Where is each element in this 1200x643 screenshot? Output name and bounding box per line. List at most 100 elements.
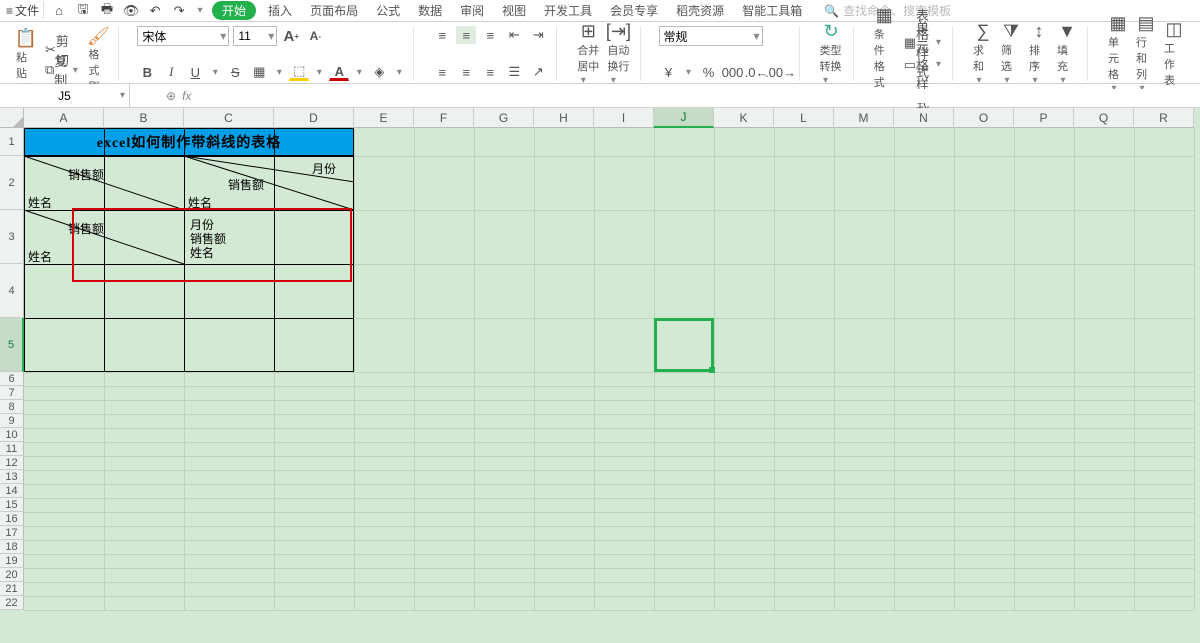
row-header-3[interactable]: 3 bbox=[0, 210, 24, 264]
tab-start[interactable]: 开始 bbox=[212, 1, 256, 20]
tab-insert[interactable]: 插入 bbox=[262, 2, 298, 19]
chevron-down-icon[interactable]: ▾ bbox=[683, 67, 695, 78]
chevron-down-icon[interactable]: ▾ bbox=[209, 67, 221, 78]
row-header-18[interactable]: 18 bbox=[0, 540, 24, 554]
column-header-L[interactable]: L bbox=[774, 108, 834, 128]
print-icon[interactable]: 🖶 bbox=[98, 2, 116, 20]
column-header-E[interactable]: E bbox=[354, 108, 414, 128]
phonetic-button[interactable]: ◈ bbox=[369, 63, 389, 81]
tab-formulas[interactable]: 公式 bbox=[370, 2, 406, 19]
sum-button[interactable]: ∑求和▾ bbox=[971, 26, 995, 81]
decrease-indent-button[interactable]: ⇤ bbox=[504, 26, 524, 44]
chevron-down-icon[interactable]: ▾ bbox=[313, 67, 325, 78]
chevron-down-icon[interactable]: ▾ bbox=[353, 67, 365, 78]
border-button[interactable]: ▦ bbox=[249, 63, 269, 81]
row-header-5[interactable]: 5 bbox=[0, 318, 24, 372]
align-center-button[interactable]: ≡ bbox=[456, 63, 476, 81]
bold-button[interactable]: B bbox=[137, 63, 157, 81]
strike-button[interactable]: S bbox=[225, 63, 245, 81]
thousands-button[interactable]: 000 bbox=[723, 63, 743, 81]
font-color-button[interactable]: A bbox=[329, 63, 349, 81]
fx-icon[interactable]: fx bbox=[182, 89, 191, 103]
fill-color-button[interactable]: ⬚ bbox=[289, 63, 309, 81]
increase-indent-button[interactable]: ⇥ bbox=[528, 26, 548, 44]
column-header-A[interactable]: A bbox=[24, 108, 104, 128]
redo-icon[interactable]: ↷ bbox=[170, 2, 188, 20]
font-name-select[interactable]: 宋体 bbox=[137, 26, 229, 46]
align-left-button[interactable]: ≡ bbox=[432, 63, 452, 81]
name-box-input[interactable] bbox=[0, 84, 129, 107]
fill-button[interactable]: ▼填充▾ bbox=[1055, 26, 1079, 81]
undo-icon[interactable]: ↶ bbox=[146, 2, 164, 20]
column-header-B[interactable]: B bbox=[104, 108, 184, 128]
paste-button[interactable]: 📋 粘贴▾ bbox=[14, 29, 38, 92]
auto-wrap-button[interactable]: [⇥]自动换行▾ bbox=[605, 26, 631, 81]
chevron-down-icon[interactable]: ▾ bbox=[393, 67, 405, 78]
row-header-11[interactable]: 11 bbox=[0, 442, 24, 456]
row-header-1[interactable]: 1 bbox=[0, 128, 24, 156]
align-top-button[interactable]: ≡ bbox=[432, 26, 452, 44]
orientation-button[interactable]: ↗ bbox=[528, 63, 548, 81]
row-header-22[interactable]: 22 bbox=[0, 596, 24, 610]
underline-button[interactable]: U bbox=[185, 63, 205, 81]
row-header-16[interactable]: 16 bbox=[0, 512, 24, 526]
print-preview-icon[interactable]: 👁 bbox=[122, 2, 140, 20]
row-header-12[interactable]: 12 bbox=[0, 456, 24, 470]
row-header-7[interactable]: 7 bbox=[0, 386, 24, 400]
row-header-15[interactable]: 15 bbox=[0, 498, 24, 512]
row-header-9[interactable]: 9 bbox=[0, 414, 24, 428]
name-box[interactable]: ▾ bbox=[0, 84, 130, 107]
decrease-decimal-button[interactable]: .00→ bbox=[771, 63, 791, 81]
filter-button[interactable]: ⧩筛选▾ bbox=[999, 26, 1023, 81]
row-col-button[interactable]: ▤行和列▾ bbox=[1134, 26, 1158, 81]
column-header-F[interactable]: F bbox=[414, 108, 474, 128]
tab-dev-tools[interactable]: 开发工具 bbox=[538, 2, 598, 19]
number-format-select[interactable]: 常规 bbox=[659, 26, 763, 46]
tab-data[interactable]: 数据 bbox=[412, 2, 448, 19]
align-right-button[interactable]: ≡ bbox=[480, 63, 500, 81]
row-header-2[interactable]: 2 bbox=[0, 156, 24, 210]
copy-button[interactable]: ⧉ 复制▾ bbox=[42, 61, 82, 79]
row-header-17[interactable]: 17 bbox=[0, 526, 24, 540]
cell-button[interactable]: ▦单元格▾ bbox=[1106, 26, 1130, 81]
column-header-R[interactable]: R bbox=[1134, 108, 1194, 128]
row-header-6[interactable]: 6 bbox=[0, 372, 24, 386]
align-middle-button[interactable]: ≡ bbox=[456, 26, 476, 44]
row-header-19[interactable]: 19 bbox=[0, 554, 24, 568]
column-header-H[interactable]: H bbox=[534, 108, 594, 128]
select-all-corner[interactable] bbox=[0, 108, 24, 128]
percent-button[interactable]: % bbox=[699, 63, 719, 81]
row-header-14[interactable]: 14 bbox=[0, 484, 24, 498]
tab-view[interactable]: 视图 bbox=[496, 2, 532, 19]
save-icon[interactable]: 🖫 bbox=[74, 2, 92, 20]
active-cell-outline[interactable] bbox=[654, 318, 714, 372]
font-size-select[interactable]: 11 bbox=[233, 26, 277, 46]
tab-resources[interactable]: 稻壳资源 bbox=[670, 2, 730, 19]
column-header-M[interactable]: M bbox=[834, 108, 894, 128]
justify-button[interactable]: ☰ bbox=[504, 63, 524, 81]
spreadsheet-grid[interactable]: ABCDEFGHIJKLMNOPQR 123456789101112131415… bbox=[0, 108, 1200, 643]
italic-button[interactable]: I bbox=[161, 63, 181, 81]
column-header-D[interactable]: D bbox=[274, 108, 354, 128]
formula-input[interactable] bbox=[203, 89, 1194, 103]
chevron-down-icon[interactable]: ▾ bbox=[120, 90, 125, 101]
row-header-21[interactable]: 21 bbox=[0, 582, 24, 596]
merge-center-button[interactable]: ⊞合并居中▾ bbox=[575, 26, 601, 81]
column-header-Q[interactable]: Q bbox=[1074, 108, 1134, 128]
qat-dropdown-icon[interactable]: ▾ bbox=[194, 5, 206, 16]
increase-font-button[interactable]: A+ bbox=[281, 27, 301, 45]
currency-button[interactable]: ¥ bbox=[659, 63, 679, 81]
zoom-icon[interactable]: ⊕ bbox=[166, 89, 176, 103]
chevron-down-icon[interactable]: ▾ bbox=[273, 67, 285, 78]
row-header-10[interactable]: 10 bbox=[0, 428, 24, 442]
column-header-I[interactable]: I bbox=[594, 108, 654, 128]
increase-decimal-button[interactable]: .0← bbox=[747, 63, 767, 81]
cell-style-button[interactable]: ▭ 单元格样式 ▾ bbox=[901, 56, 944, 74]
home-icon[interactable]: ⌂ bbox=[50, 2, 68, 20]
column-header-O[interactable]: O bbox=[954, 108, 1014, 128]
column-header-C[interactable]: C bbox=[184, 108, 274, 128]
tab-page-layout[interactable]: 页面布局 bbox=[304, 2, 364, 19]
tab-member[interactable]: 会员专享 bbox=[604, 2, 664, 19]
column-header-G[interactable]: G bbox=[474, 108, 534, 128]
align-bottom-button[interactable]: ≡ bbox=[480, 26, 500, 44]
